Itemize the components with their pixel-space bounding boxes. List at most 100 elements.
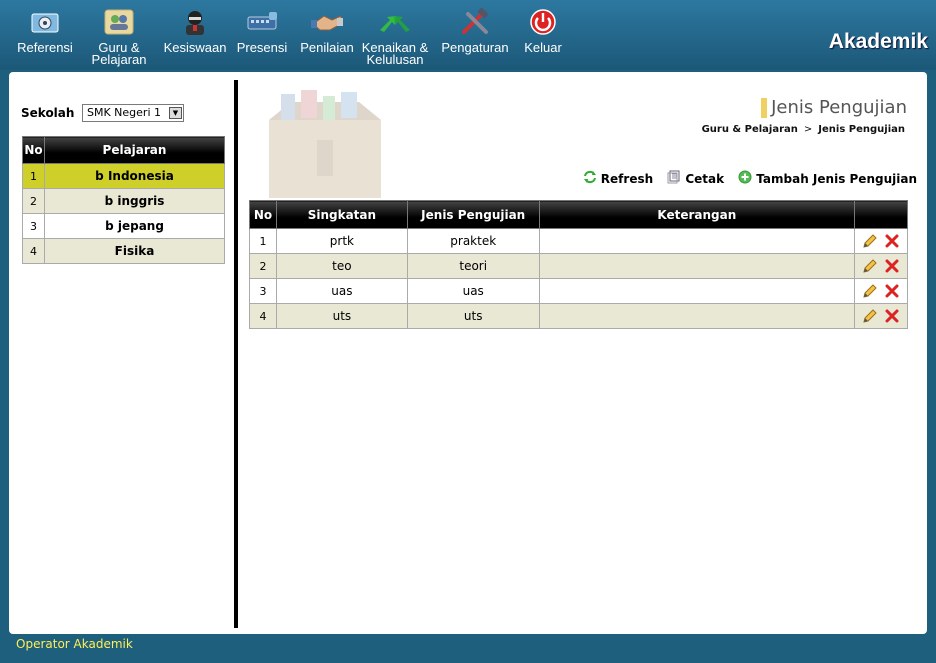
nav-label: Penilaian: [300, 40, 354, 55]
student-icon: [178, 8, 212, 36]
top-navigation-bar: Referensi Guru & Pelajaran Kesiswaan Pre…: [0, 0, 936, 70]
nav-item-keluar[interactable]: Keluar: [520, 8, 566, 54]
referensi-icon: [28, 8, 62, 36]
nav-item-kesiswaan[interactable]: Kesiswaan: [162, 8, 228, 54]
delete-icon[interactable]: [884, 308, 900, 324]
sidebar: Sekolah SMK Negeri 1 ▼ No Pelajaran 1 b …: [9, 72, 235, 634]
table-row: 2 teo teori: [249, 253, 909, 279]
chevron-down-icon[interactable]: ▼: [169, 107, 182, 119]
row-keterangan: [538, 278, 855, 304]
column-header-keterangan: Keterangan: [538, 200, 855, 229]
delete-icon[interactable]: [884, 233, 900, 249]
nav-item-kenaikan-kelulusan[interactable]: Kenaikan & Kelulusan: [360, 8, 430, 66]
page-title: Jenis Pengujian: [761, 98, 907, 118]
jenis-pengujian-table: No Singkatan Jenis Pengujian Keterangan …: [249, 200, 909, 329]
box-illustration-icon: [261, 90, 389, 200]
power-icon: [526, 8, 560, 36]
breadcrumb-separator: >: [803, 124, 813, 135]
edit-icon[interactable]: [862, 308, 878, 324]
row-no: 4: [249, 303, 277, 329]
row-no: 3: [22, 213, 45, 239]
row-no: 2: [22, 188, 45, 214]
table-row: 1 prtk praktek: [249, 228, 909, 254]
footer-user-status: Operator Akademik: [16, 637, 133, 651]
row-singkatan: uts: [275, 303, 408, 329]
nav-item-pengaturan[interactable]: Pengaturan: [440, 7, 510, 55]
breadcrumb-item[interactable]: Guru & Pelajaran: [702, 124, 798, 135]
row-actions: [853, 228, 909, 254]
refresh-button[interactable]: Refresh: [583, 170, 658, 187]
refresh-icon: [583, 170, 597, 187]
presensi-icon: [245, 8, 279, 36]
row-jenis: uas: [406, 278, 540, 304]
row-singkatan: uas: [275, 278, 408, 304]
nav-label: Presensi: [236, 40, 288, 55]
delete-icon[interactable]: [884, 258, 900, 274]
add-icon: [738, 170, 752, 187]
main-panel: Sekolah SMK Negeri 1 ▼ No Pelajaran 1 b …: [9, 72, 927, 634]
tools-icon: [458, 7, 492, 36]
row-actions: [853, 303, 909, 329]
edit-icon[interactable]: [862, 283, 878, 299]
breadcrumb: Guru & Pelajaran > Jenis Pengujian: [702, 124, 905, 135]
row-pelajaran[interactable]: b inggris: [44, 188, 225, 214]
row-singkatan: prtk: [275, 228, 408, 254]
table-row[interactable]: 2 b inggris: [22, 188, 225, 214]
row-no: 3: [249, 278, 277, 304]
nav-label: Kesiswaan: [163, 40, 227, 55]
column-header-no: No: [249, 200, 277, 229]
cetak-label: Cetak: [685, 172, 725, 186]
sekolah-label: Sekolah: [21, 106, 75, 120]
row-no: 4: [22, 238, 45, 264]
row-singkatan: teo: [275, 253, 408, 279]
nav-item-presensi[interactable]: Presensi: [236, 8, 288, 54]
nav-label: Pengaturan: [441, 40, 509, 55]
nav-label: Keluar: [524, 40, 562, 55]
row-jenis: uts: [406, 303, 540, 329]
tambah-label: Tambah Jenis Pengujian: [756, 172, 917, 186]
column-header-actions: [853, 200, 909, 229]
row-keterangan: [538, 253, 855, 279]
column-header-no: No: [22, 136, 45, 164]
app-brand: Akademik: [828, 30, 928, 53]
nav-item-penilaian[interactable]: Penilaian: [298, 8, 356, 54]
table-row: 3 uas uas: [249, 278, 909, 304]
nav-label: Kenaikan & Kelulusan: [361, 40, 429, 67]
table-row[interactable]: 3 b jepang: [22, 213, 225, 239]
action-toolbar: Refresh Cetak Tambah Jenis Pengujian: [573, 170, 917, 187]
edit-icon[interactable]: [862, 233, 878, 249]
table-row: 4 uts uts: [249, 303, 909, 329]
tambah-jenis-pengujian-button[interactable]: Tambah Jenis Pengujian: [738, 170, 917, 187]
nav-item-referensi[interactable]: Referensi: [16, 8, 74, 54]
row-no: 2: [249, 253, 277, 279]
row-no: 1: [249, 228, 277, 254]
row-actions: [853, 278, 909, 304]
row-pelajaran[interactable]: b Indonesia: [44, 163, 225, 189]
vertical-divider: [234, 80, 238, 628]
handshake-icon: [310, 8, 344, 36]
row-actions: [853, 253, 909, 279]
nav-label: Referensi: [17, 40, 73, 55]
row-keterangan: [538, 303, 855, 329]
guru-icon: [102, 8, 136, 36]
table-row[interactable]: 4 Fisika: [22, 238, 225, 264]
column-header-singkatan: Singkatan: [275, 200, 408, 229]
pelajaran-table: No Pelajaran 1 b Indonesia 2 b inggris 3…: [22, 136, 225, 264]
row-pelajaran[interactable]: Fisika: [44, 238, 225, 264]
content-area: Jenis Pengujian Guru & Pelajaran > Jenis P…: [249, 72, 921, 634]
sekolah-select[interactable]: SMK Negeri 1 ▼: [82, 104, 184, 122]
table-row[interactable]: 1 b Indonesia: [22, 163, 225, 189]
breadcrumb-current: Jenis Pengujian: [818, 124, 905, 135]
row-keterangan: [538, 228, 855, 254]
delete-icon[interactable]: [884, 283, 900, 299]
print-icon: [667, 170, 681, 187]
edit-icon[interactable]: [862, 258, 878, 274]
refresh-label: Refresh: [600, 172, 654, 186]
nav-item-guru-pelajaran[interactable]: Guru & Pelajaran: [88, 8, 150, 66]
row-jenis: teori: [406, 253, 540, 279]
cetak-button[interactable]: Cetak: [667, 170, 728, 187]
row-pelajaran[interactable]: b jepang: [44, 213, 225, 239]
row-no: 1: [22, 163, 45, 189]
sekolah-selected-value: SMK Negeri 1: [87, 106, 162, 119]
arrows-icon: [378, 8, 412, 36]
